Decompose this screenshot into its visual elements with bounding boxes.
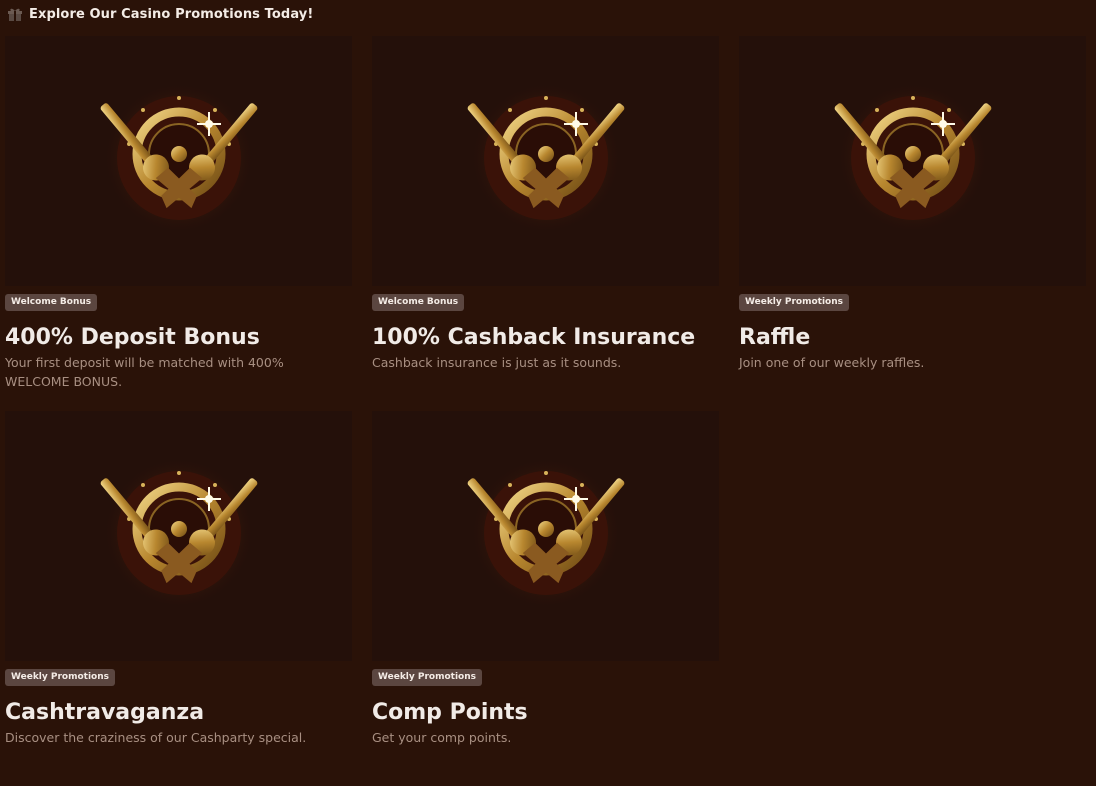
promo-description: Join one of our weekly raffles. — [739, 355, 925, 370]
promo-title[interactable]: Raffle — [739, 325, 1086, 351]
promo-image[interactable] — [5, 411, 352, 661]
promo-badge: Welcome Bonus — [372, 294, 465, 311]
promo-title[interactable]: Comp Points — [372, 700, 719, 726]
promo-card[interactable]: Welcome Bonus 400% Deposit Bonus Your fi… — [5, 36, 352, 411]
promo-title[interactable]: 400% Deposit Bonus — [5, 325, 352, 351]
roulette-revolvers-icon — [97, 74, 261, 238]
gift-icon — [8, 8, 22, 21]
promo-card[interactable]: Weekly Promotions Cashtravaganza Discove… — [5, 411, 352, 786]
promo-image[interactable] — [372, 411, 719, 661]
promo-badge: Weekly Promotions — [5, 669, 115, 686]
page-header: Explore Our Casino Promotions Today! — [7, 4, 313, 24]
promo-card[interactable]: Weekly Promotions Comp Points Get your c… — [372, 411, 719, 786]
promotions-grid: Welcome Bonus 400% Deposit Bonus Your fi… — [5, 36, 1086, 786]
roulette-revolvers-icon — [831, 74, 995, 238]
roulette-revolvers-icon — [464, 449, 628, 613]
promo-description: Discover the craziness of our Cashparty … — [5, 730, 307, 745]
roulette-revolvers-icon — [97, 449, 261, 613]
roulette-revolvers-icon — [464, 74, 628, 238]
promo-badge: Weekly Promotions — [372, 669, 482, 686]
promo-title[interactable]: Cashtravaganza — [5, 700, 352, 726]
promo-badge: Welcome Bonus — [5, 294, 98, 311]
promo-description: Cashback insurance is just as it sounds. — [372, 355, 622, 370]
promo-badge: Weekly Promotions — [739, 294, 849, 311]
promo-card[interactable]: Welcome Bonus 100% Cashback Insurance Ca… — [372, 36, 719, 411]
promo-image[interactable] — [739, 36, 1086, 286]
promo-title[interactable]: 100% Cashback Insurance — [372, 325, 719, 351]
page-title: Explore Our Casino Promotions Today! — [29, 6, 314, 22]
promo-description: Your first deposit will be matched with … — [5, 355, 284, 389]
promo-image[interactable] — [372, 36, 719, 286]
promo-description: Get your comp points. — [372, 730, 512, 745]
promo-card[interactable]: Weekly Promotions Raffle Join one of our… — [739, 36, 1086, 411]
promo-image[interactable] — [5, 36, 352, 286]
